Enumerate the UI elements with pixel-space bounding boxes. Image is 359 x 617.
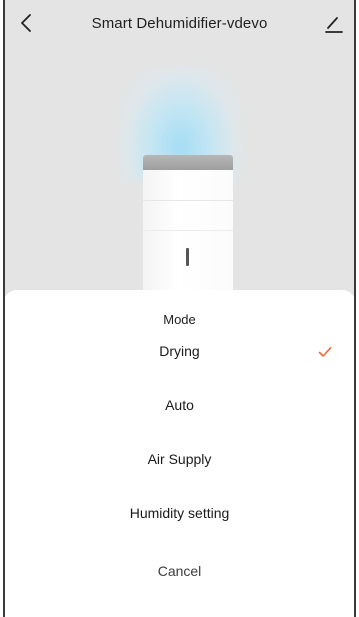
back-button[interactable] — [17, 12, 37, 34]
page-title: Smart Dehumidifier-vdevo — [91, 15, 268, 32]
top-bar: Smart Dehumidifier-vdevo — [3, 0, 356, 48]
mode-selection-sheet: Mode Drying Auto Air Supply Humidity set… — [3, 290, 356, 617]
option-label: Humidity setting — [129, 505, 230, 521]
device-handle-slot — [186, 248, 189, 266]
mode-option-drying[interactable]: Drying — [3, 330, 356, 374]
device-seam — [143, 200, 233, 201]
screen-border — [3, 0, 5, 617]
edit-button[interactable] — [322, 13, 346, 35]
option-label: Drying — [159, 343, 200, 359]
cancel-label: Cancel — [157, 563, 202, 579]
mode-option-humidity-setting[interactable]: Humidity setting — [3, 492, 356, 536]
device-body — [143, 170, 233, 310]
device-top-panel — [143, 155, 233, 171]
mode-option-air-supply[interactable]: Air Supply — [3, 438, 356, 482]
sheet-title: Mode — [163, 312, 196, 327]
mode-option-auto[interactable]: Auto — [3, 384, 356, 428]
app-screen: Smart Dehumidifier-vdevo Mode Drying Aut… — [3, 0, 356, 617]
option-label: Air Supply — [147, 451, 212, 467]
pencil-icon — [325, 17, 343, 33]
device-seam — [143, 230, 233, 231]
checkmark-icon — [318, 346, 332, 357]
chevron-left-icon — [21, 14, 31, 32]
dehumidifier-illustration — [3, 48, 356, 310]
screen-border — [354, 0, 356, 617]
option-label: Auto — [165, 397, 194, 413]
cancel-button[interactable]: Cancel — [3, 550, 356, 594]
